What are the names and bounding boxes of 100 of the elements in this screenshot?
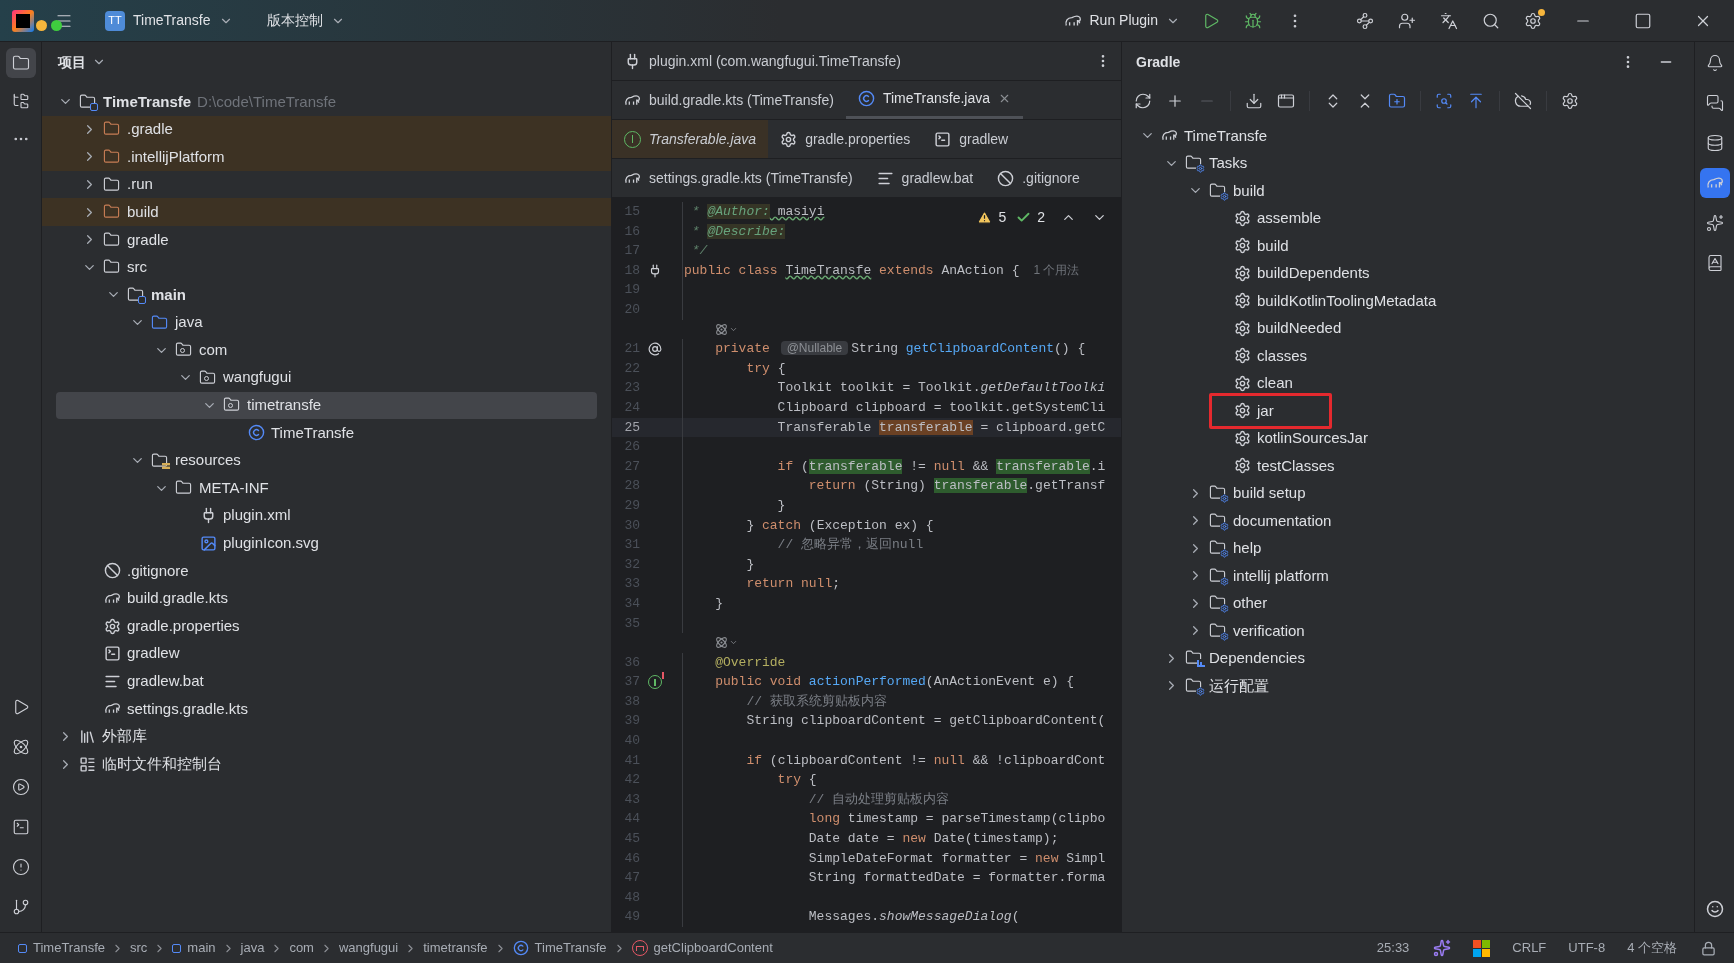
tree-item[interactable]: .gitignore xyxy=(42,557,611,585)
tree-item[interactable]: gradlew.bat xyxy=(42,667,611,696)
code-vision-icon[interactable] xyxy=(715,322,738,336)
tree-item[interactable]: 外部库 xyxy=(42,722,611,751)
tool-window-button[interactable] xyxy=(5,48,36,78)
caret-position[interactable]: 25:33 xyxy=(1376,938,1410,958)
task-folder-icon xyxy=(1209,594,1227,613)
database-icon[interactable] xyxy=(1705,134,1724,152)
task-folder-icon xyxy=(1209,484,1227,503)
code-vision-icon[interactable] xyxy=(715,636,738,650)
breadcrumb[interactable]: com xyxy=(289,938,314,958)
package-folder-icon xyxy=(199,368,217,387)
debug-icon[interactable] xyxy=(1244,11,1262,30)
tree-item[interactable]: 临时文件和控制台 xyxy=(42,750,611,778)
settings-icon[interactable] xyxy=(1561,92,1579,110)
tree-item[interactable]: src xyxy=(42,253,611,282)
git-branch-icon[interactable] xyxy=(11,898,30,916)
code-line: long timestamp = parseTimestamp(clipbo xyxy=(807,810,1106,829)
code-line: * @Author: masiyi xyxy=(690,203,825,222)
editor-tab[interactable]: gradlew xyxy=(922,120,1021,158)
tree-item[interactable]: gradlew xyxy=(42,639,611,668)
offline-icon[interactable] xyxy=(1514,92,1532,110)
code-line: // 忽略异常，返回null xyxy=(776,536,924,555)
breadcrumb[interactable]: src xyxy=(130,938,148,958)
tree-item[interactable]: pluginIcon.svg xyxy=(42,529,611,558)
code-line: } xyxy=(714,594,723,613)
tree-item[interactable]: build.gradle.kts xyxy=(42,584,611,613)
terminal-icon xyxy=(104,645,121,663)
sparkle-icon[interactable] xyxy=(1705,214,1724,232)
panel-title[interactable]: 项目 xyxy=(58,51,86,73)
search-icon[interactable] xyxy=(1482,11,1500,30)
settings-icon[interactable] xyxy=(1524,11,1542,30)
folder-icon[interactable] xyxy=(11,54,30,72)
code-line: try { xyxy=(745,359,786,378)
editor-tab[interactable]: build.gradle.kts (TimeTransfe) xyxy=(612,81,846,119)
line-ending[interactable]: CRLF xyxy=(1512,938,1547,958)
tree-item[interactable]: java xyxy=(42,308,611,337)
editor-tab[interactable]: gradle.properties xyxy=(768,120,923,158)
translate-icon[interactable] xyxy=(1440,11,1458,30)
at-sign-icon[interactable] xyxy=(648,341,662,356)
structure-icon[interactable] xyxy=(11,92,30,110)
breadcrumb[interactable]: TimeTransfe xyxy=(18,938,105,958)
indent-setting[interactable]: 4 个空格 xyxy=(1627,938,1677,958)
tree-item[interactable]: settings.gradle.kts xyxy=(42,695,611,723)
tree-item[interactable]: .run xyxy=(42,170,611,199)
editor-tab[interactable]: Transferable.java xyxy=(612,120,769,158)
tree-item[interactable]: main xyxy=(42,281,611,309)
breadcrumb[interactable]: java xyxy=(240,938,265,958)
windows-logo-icon[interactable] xyxy=(1473,939,1491,957)
tree-item[interactable]: .intellijPlatform xyxy=(42,143,611,171)
add-user-icon[interactable] xyxy=(1398,11,1416,30)
sparkle-icon[interactable] xyxy=(1433,939,1452,957)
gear-icon xyxy=(1234,319,1251,337)
breadcrumb[interactable]: timetransfe xyxy=(423,938,488,958)
refresh-icon[interactable] xyxy=(1134,92,1152,110)
run-config-selector[interactable]: Run Plugin xyxy=(1063,10,1180,31)
run-icon[interactable] xyxy=(1202,11,1220,30)
breadcrumb[interactable]: wangfugui xyxy=(338,938,399,958)
tree-item[interactable]: META-INF xyxy=(42,474,611,502)
tree-item[interactable]: plugin.xml xyxy=(42,501,611,530)
tree-item[interactable]: TimeTransfe D:\code\TimeTransfe xyxy=(42,88,611,116)
tree-item[interactable]: TimeTransfe xyxy=(42,419,611,447)
tree-item[interactable]: timetransfe xyxy=(56,391,597,420)
tool-window-button[interactable] xyxy=(1699,168,1730,198)
editor-tab[interactable]: .gitignore xyxy=(985,159,1092,197)
tree-item[interactable]: com xyxy=(42,336,611,364)
tree-item[interactable]: resources xyxy=(42,446,611,475)
lock-icon[interactable] xyxy=(1701,940,1716,956)
tree-item[interactable]: gradle.properties xyxy=(42,612,611,640)
smile-icon[interactable] xyxy=(1705,900,1724,918)
code-line: Clipboard clipboard = toolkit.getSystemCli xyxy=(776,399,1106,417)
debug-icon[interactable] xyxy=(11,778,30,796)
file-encoding[interactable]: UTF-8 xyxy=(1568,938,1606,958)
code-line: @Override xyxy=(714,653,786,672)
services-icon[interactable] xyxy=(11,738,30,756)
chat-icon[interactable] xyxy=(1705,94,1724,112)
editor-tab[interactable]: gradlew.bat xyxy=(864,159,986,197)
download-icon[interactable] xyxy=(1245,92,1263,110)
plug-icon[interactable] xyxy=(648,263,662,278)
breadcrumb[interactable]: TimeTransfe xyxy=(512,938,607,958)
breadcrumb[interactable]: getClipboardContent xyxy=(631,938,773,958)
add-icon[interactable] xyxy=(1166,92,1184,110)
arrows-up-icon[interactable] xyxy=(1467,92,1485,110)
maximize-icon[interactable] xyxy=(1634,11,1652,30)
vcs-selector[interactable]: 版本控制 xyxy=(266,5,345,36)
settings-icon xyxy=(104,617,121,635)
library-icon xyxy=(79,727,96,745)
tree-item[interactable]: build xyxy=(42,198,611,226)
tree-item[interactable]: .gradle xyxy=(42,115,611,144)
tree-item[interactable]: jar xyxy=(1209,392,1332,429)
usage-hint[interactable]: 1 个用法 xyxy=(1033,262,1080,277)
problems-icon[interactable] xyxy=(11,858,30,876)
tree-item[interactable]: gradle xyxy=(42,225,611,254)
project-selector[interactable]: TT TimeTransfe xyxy=(99,5,239,36)
tree-item[interactable]: wangfugui xyxy=(42,363,611,392)
terminal-icon[interactable] xyxy=(11,818,30,836)
editor-tab[interactable]: settings.gradle.kts (TimeTransfe) xyxy=(612,159,865,197)
breadcrumb[interactable]: main xyxy=(172,938,216,958)
notifications-icon[interactable] xyxy=(1705,54,1724,72)
book-icon[interactable] xyxy=(1705,254,1724,272)
